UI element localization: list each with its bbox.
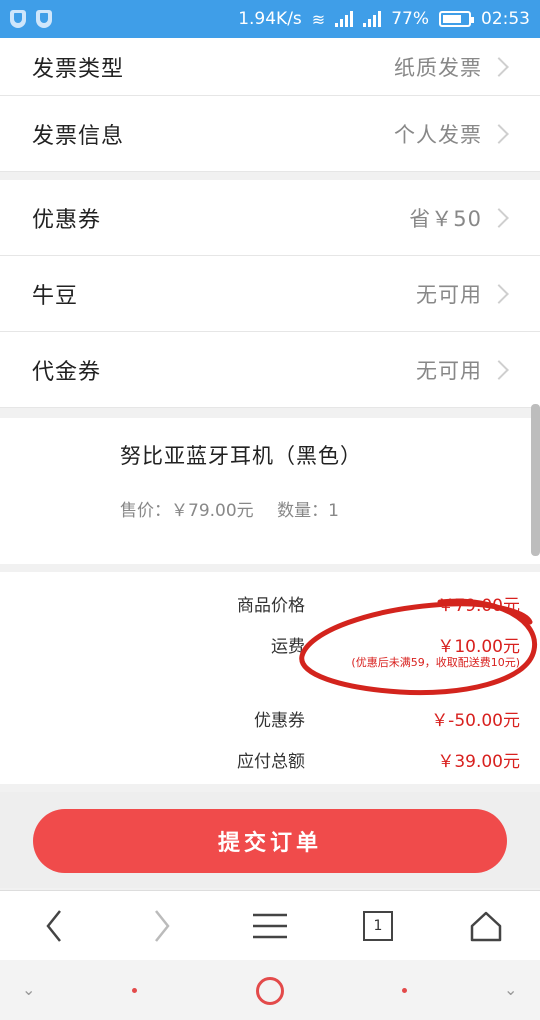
chevron-down-icon[interactable]: ⌄ xyxy=(22,980,35,999)
nav-dot-left[interactable] xyxy=(132,988,137,993)
product-name: 努比亚蓝牙耳机（黑色） xyxy=(120,444,362,468)
submit-order-button[interactable]: 提交订单 xyxy=(33,809,507,873)
battery-percent: 77% xyxy=(391,9,429,29)
voucher-row[interactable]: 代金券 无可用 xyxy=(0,332,540,408)
tabs-icon: 1 xyxy=(363,911,393,941)
coupon-row[interactable]: 优惠券 省￥50 xyxy=(0,180,540,256)
voucher-value: 无可用 xyxy=(416,358,482,383)
shipping-label: 运费 xyxy=(271,637,305,657)
status-bar: 1.94K/s ≋ 77% 02:53 xyxy=(0,0,540,38)
browser-toolbar: 1 xyxy=(0,890,540,960)
system-home-icon[interactable] xyxy=(256,977,284,1005)
back-button[interactable] xyxy=(14,891,94,961)
forward-button[interactable] xyxy=(122,891,202,961)
battery-icon xyxy=(439,11,474,27)
home-button[interactable] xyxy=(446,891,526,961)
invoice-info-label: 发票信息 xyxy=(32,123,125,149)
tabs-button[interactable]: 1 xyxy=(338,891,418,961)
forward-icon xyxy=(155,910,170,942)
beans-value: 无可用 xyxy=(416,282,482,307)
security-shield-icon-2 xyxy=(36,10,52,28)
beans-row[interactable]: 牛豆 无可用 xyxy=(0,256,540,332)
nav-dot-right[interactable] xyxy=(402,988,407,993)
chevron-right-icon xyxy=(489,359,509,380)
home-icon xyxy=(470,911,502,942)
product-quantity: 数量：1 xyxy=(277,501,339,521)
chevron-right-icon xyxy=(489,207,509,228)
signal-icon xyxy=(335,11,354,27)
coupon-value: 省￥50 xyxy=(409,206,482,231)
menu-icon xyxy=(253,913,287,939)
beans-label: 牛豆 xyxy=(32,283,79,309)
clock: 02:53 xyxy=(481,9,530,29)
chevron-right-icon xyxy=(489,283,509,304)
voucher-label: 代金券 xyxy=(32,359,102,385)
red-circle-annotation xyxy=(299,598,538,696)
summary-coupon-value: ￥-50.00元 xyxy=(431,711,520,731)
total-value: ￥39.00元 xyxy=(437,752,520,772)
menu-button[interactable] xyxy=(230,891,310,961)
signal-icon-2 xyxy=(363,11,382,27)
total-label: 应付总额 xyxy=(237,752,305,772)
goods-price-label: 商品价格 xyxy=(237,596,305,616)
chevron-right-icon xyxy=(489,123,509,144)
network-speed: 1.94K/s xyxy=(238,9,302,29)
invoice-info-row[interactable]: 发票信息 个人发票 xyxy=(0,96,540,172)
invoice-type-value: 纸质发票 xyxy=(394,55,482,80)
chevron-down-icon-right[interactable]: ⌄ xyxy=(504,980,517,999)
invoice-info-value: 个人发票 xyxy=(394,122,482,147)
scrollbar[interactable] xyxy=(531,404,540,556)
security-shield-icon xyxy=(10,10,26,28)
chevron-right-icon xyxy=(489,56,509,77)
product-price: 售价：￥79.00元 xyxy=(120,501,254,521)
wifi-icon: ≋ xyxy=(311,9,326,29)
summary-coupon-label: 优惠券 xyxy=(254,711,305,731)
back-icon xyxy=(46,910,61,942)
invoice-type-label: 发票类型 xyxy=(32,56,125,82)
product-meta: 售价：￥79.00元 数量：1 xyxy=(120,496,339,521)
invoice-type-row[interactable]: 发票类型 纸质发票 xyxy=(0,38,540,96)
coupon-label: 优惠券 xyxy=(32,207,102,233)
